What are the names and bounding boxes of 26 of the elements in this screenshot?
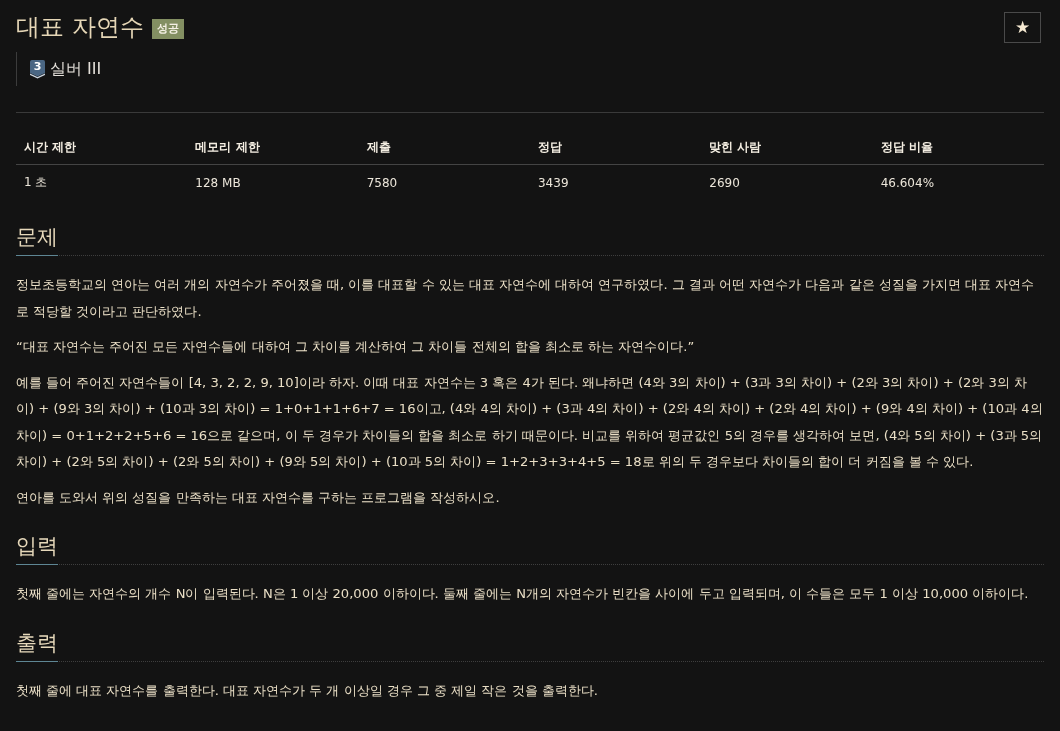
table-cell: 7580 <box>358 164 530 200</box>
result-label: 성공 <box>151 19 184 39</box>
paragraph: “대표 자연수는 주어진 모든 자연수들에 대하여 그 차이를 계산하여 그 차이들 전체의 합을 최소로 하는 자연수이다.” <box>16 338 696 356</box>
table-header: 정답 비율 <box>872 130 1044 165</box>
paragraph: 첫째 줄에 대표 자연수를 출력한다. 대표 자연수가 두 개 이상일 경우 그 중 제일 작은 것을 출력한다. <box>16 681 599 700</box>
table-header: 맞힌 사람 <box>701 130 873 165</box>
table-cell: 1 초 <box>16 164 188 200</box>
section-heading: 입력 <box>16 531 58 565</box>
section-heading: 출력 <box>16 627 58 662</box>
paragraph: 예를 들어 주어진 자연수들이 [4, 3, 2, 2, 9, 10]이라 하자. 이때 대표 자연수는 3 혹은 4가 된다. 왜냐하면 (4와 3의 차이) + (3과 3의 차이) + (2와 3의 차이) + (2와 3의 차이) + (9와 3의 차이) + (10과 3의 차이) = 1+0+1+1+6+7 = 16이고, (4와 4의 차이) + (3과 4의 차이) + (2와 4의 차이) + (2와 4의 차이) + (9와 4의 차이) + (10과 4의 차이) = 0+1+2+2+5+6 = 16으로 같으며, 이 두 경우가 차이들의 합을 최소로 하기 때문이다. 비교를 위하여 평균값인 5의 경우를 생각하여 보면, (4와 5의 차이) + (3과 5의 차이) + (2와 5의 차이) + (2와 5의 차이) + (9와 5의 차이) + (10과 5의 차이) = 1+2+3+3+4+5 = 18로 위의 두 경우보다 차이들의 합이 더 커짐을 볼 수 있다. <box>16 373 1044 471</box>
favorite-button[interactable]: ★ <box>1004 12 1041 43</box>
paragraph: 연아를 도와서 위의 성질을 만족하는 대표 자연수를 구하는 프로그램을 작성하시오. <box>16 488 501 507</box>
table-cell: 3439 <box>530 164 702 200</box>
table-cell: 2690 <box>701 164 873 200</box>
table-cell: 46.604% <box>872 164 1044 200</box>
table-header: 시간 제한 <box>16 130 188 165</box>
problem-title: 대표 자연수 <box>16 12 144 43</box>
tier-label: 실버 III <box>50 58 102 80</box>
section-heading: 문제 <box>16 222 58 256</box>
table-header: 정답 <box>530 130 702 165</box>
table-header: 메모리 제한 <box>187 130 359 165</box>
tier-badge: 3 <box>30 59 45 79</box>
table-cell: 128 MB <box>187 164 359 200</box>
paragraph: 정보초등학교의 연아는 여러 개의 자연수가 주어졌을 때, 이를 대표할 수 있는 대표 자연수에 대하여 연구하였다. 그 결과 어떤 자연수가 다음과 같은 성질을 가지면 대표 자연수로 적당할 것이라고 판단하였다. <box>16 276 1036 321</box>
paragraph: 첫째 줄에는 자연수의 개수 N이 입력된다. N은 1 이상 20,000 이하이다. 둘째 줄에는 N개의 자연수가 빈칸을 사이에 두고 입력되며, 이 수들은 모두 1 이상 10,000 이하이다. <box>16 585 1030 603</box>
table-header: 제출 <box>358 130 530 165</box>
